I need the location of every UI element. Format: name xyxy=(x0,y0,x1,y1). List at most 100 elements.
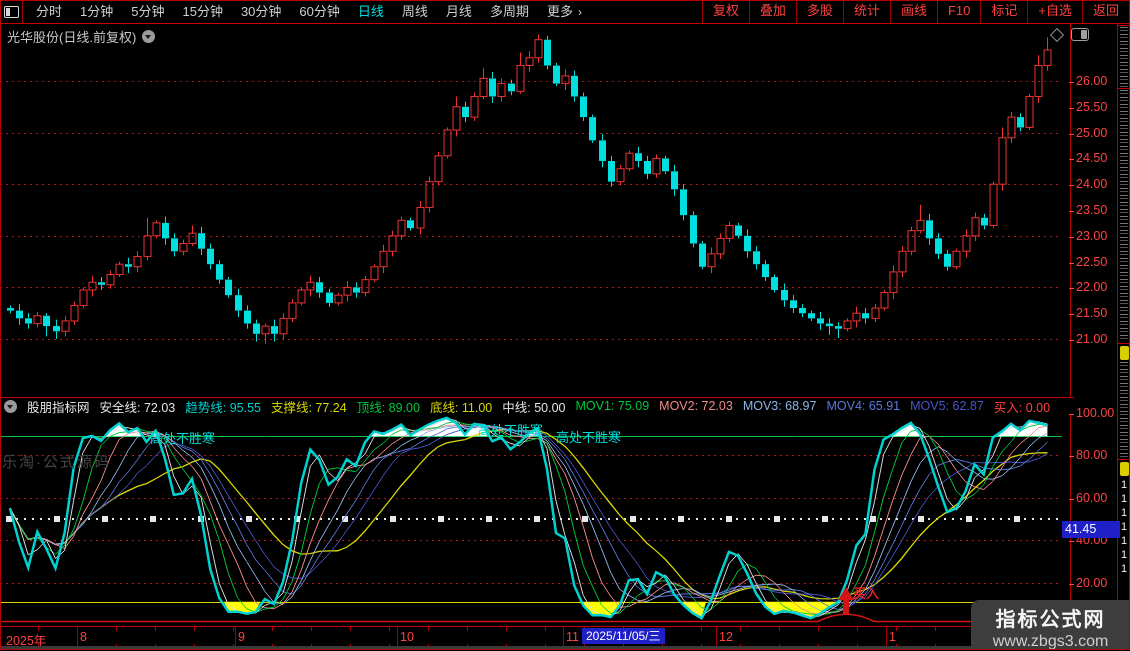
month-separator xyxy=(716,627,717,647)
toolbar-button-统计[interactable]: 统计 xyxy=(844,0,891,23)
period-tab-多周期[interactable]: 多周期 xyxy=(481,1,538,23)
month-label-9: 9 xyxy=(238,630,245,644)
period-tab-30分钟[interactable]: 30分钟 xyxy=(232,1,290,23)
toolbar-button-标记[interactable]: 标记 xyxy=(981,0,1028,23)
week-ticks-top xyxy=(0,627,1060,631)
price-label: 22.00 xyxy=(1076,280,1120,294)
period-tab-分时[interactable]: 分时 xyxy=(27,1,71,23)
diamond-icon[interactable] xyxy=(1050,27,1064,41)
indicator-scale-label: 80.00 xyxy=(1076,448,1120,462)
indicator-field-买入: 买入: 0.00 xyxy=(994,397,1050,414)
indicator-field-安全线: 安全线: 72.03 xyxy=(100,397,176,414)
indicator-field-MOV1: MOV1: 75.09 xyxy=(576,399,650,413)
month-label-10: 10 xyxy=(400,630,414,644)
candlestick-chart-canvas[interactable] xyxy=(0,24,1070,396)
indicator-field-底线: 底线: 11.00 xyxy=(430,397,492,414)
watermark-title: 指标公式网 xyxy=(971,603,1130,632)
price-label: 21.50 xyxy=(1076,306,1120,320)
month-label-11: 11 xyxy=(566,630,579,644)
period-tab-日线[interactable]: 日线 xyxy=(349,1,393,23)
price-label: 25.50 xyxy=(1076,100,1120,114)
indicator-chart-canvas[interactable] xyxy=(0,397,1070,626)
month-separator xyxy=(886,627,887,647)
panel-toggle-icon xyxy=(4,6,19,18)
strip-digit: 1 xyxy=(1118,506,1130,520)
chevron-down-icon[interactable] xyxy=(142,30,155,43)
indicator-field-中线: 中线: 50.00 xyxy=(502,397,565,414)
price-label: 23.50 xyxy=(1076,203,1120,217)
period-tab-月线[interactable]: 月线 xyxy=(437,1,481,23)
axis-separator-line xyxy=(1070,24,1071,646)
month-label-1: 1 xyxy=(889,630,896,644)
strip-badge xyxy=(1120,462,1129,476)
price-label: 21.00 xyxy=(1076,332,1120,346)
month-separator xyxy=(563,627,564,647)
indicator-scale-label: 60.00 xyxy=(1076,491,1120,505)
top-toolbar: 分时1分钟5分钟15分钟30分钟60分钟日线周线月线多周期更多› 复权叠加多股统… xyxy=(0,0,1130,24)
strip-digit: 1 xyxy=(1118,492,1130,506)
strip-vertical-text xyxy=(1120,362,1128,458)
price-label: 25.00 xyxy=(1076,126,1120,140)
toolbar-button-多股[interactable]: 多股 xyxy=(797,0,844,23)
month-separator xyxy=(235,627,236,647)
period-tab-更多[interactable]: 更多 xyxy=(538,1,582,23)
toolbar-button-返回[interactable]: 返回 xyxy=(1083,0,1130,23)
indicator-field-趋势线: 趋势线: 95.55 xyxy=(185,397,261,414)
date-axis: 2025年 2025/11/05/三 891011121 xyxy=(0,626,1130,647)
panel-layout-icon[interactable] xyxy=(1071,28,1089,41)
strip-separator xyxy=(1118,88,1130,89)
indicator-field-MOV5: MOV5: 62.87 xyxy=(910,399,984,413)
price-label: 24.00 xyxy=(1076,177,1120,191)
strip-digit: 1 xyxy=(1118,562,1130,576)
bottom-status-strip xyxy=(0,646,1130,650)
strip-separator xyxy=(1118,459,1130,460)
indicator-scale-label: 100.00 xyxy=(1076,406,1120,420)
toolbar-button-画线[interactable]: 画线 xyxy=(891,0,938,23)
strip-separator xyxy=(1118,25,1130,26)
right-side-strip: 1111111 xyxy=(1118,0,1130,650)
site-watermark: 指标公式网 www.zbgs3.com xyxy=(971,600,1130,650)
toolbar-button-F10[interactable]: F10 xyxy=(938,0,981,23)
chart-title: 光华股份(日线.前复权) xyxy=(7,27,136,46)
toolbar-button-+自选[interactable]: +自选 xyxy=(1028,0,1083,23)
chevron-right-icon: › xyxy=(578,5,582,19)
indicator-field-支撑线: 支撑线: 77.24 xyxy=(271,397,347,414)
indicator-source: 股朋指标网 xyxy=(27,397,90,414)
month-separator xyxy=(77,627,78,647)
strip-vertical-text xyxy=(1120,27,1128,87)
month-label-8: 8 xyxy=(80,630,87,644)
price-label: 26.00 xyxy=(1076,74,1120,88)
period-tab-5分钟[interactable]: 5分钟 xyxy=(122,1,173,23)
indicator-field-MOV2: MOV2: 72.03 xyxy=(659,399,733,413)
toolbar-button-复权[interactable]: 复权 xyxy=(703,0,750,23)
indicator-scale-label: 20.00 xyxy=(1076,576,1120,590)
month-separator xyxy=(397,627,398,647)
period-tab-1分钟[interactable]: 1分钟 xyxy=(71,1,122,23)
chart-title-row: 光华股份(日线.前复权) xyxy=(7,27,155,46)
period-tab-周线[interactable]: 周线 xyxy=(393,1,437,23)
toolbar-button-叠加[interactable]: 叠加 xyxy=(750,0,797,23)
month-label-12: 12 xyxy=(719,630,733,644)
indicator-chevron-icon[interactable] xyxy=(4,400,17,413)
cursor-date-tag: 2025/11/05/三 xyxy=(582,628,665,644)
indicator-field-MOV3: MOV3: 68.97 xyxy=(743,399,817,413)
indicator-field-MOV4: MOV4: 65.91 xyxy=(826,399,900,413)
indicator-field-顶线: 顶线: 89.00 xyxy=(357,397,420,414)
indicator-header: 股朋指标网 安全线: 72.03 趋势线: 95.55 支撑线: 77.24 顶线: … xyxy=(0,397,1074,414)
price-label: 23.00 xyxy=(1076,229,1120,243)
toolbar-actions: 复权叠加多股统计画线F10标记+自选返回 xyxy=(702,0,1130,23)
strip-badge xyxy=(1120,346,1129,360)
strip-digit: 1 xyxy=(1118,548,1130,562)
price-label: 22.50 xyxy=(1076,255,1120,269)
indicator-value-tag: 41.45 xyxy=(1062,521,1120,538)
period-tabs: 分时1分钟5分钟15分钟30分钟60分钟日线周线月线多周期更多› xyxy=(23,0,582,23)
period-tab-15分钟[interactable]: 15分钟 xyxy=(173,1,231,23)
strip-digit: 1 xyxy=(1118,478,1130,492)
watermark-url: www.zbgs3.com xyxy=(971,633,1130,651)
strip-separator xyxy=(1118,343,1130,344)
price-label: 24.50 xyxy=(1076,151,1120,165)
period-tab-60分钟[interactable]: 60分钟 xyxy=(290,1,348,23)
sidebar-toggle-button[interactable] xyxy=(0,0,23,23)
chart-corner-icons xyxy=(1052,28,1089,41)
strip-vertical-text xyxy=(1120,90,1128,342)
